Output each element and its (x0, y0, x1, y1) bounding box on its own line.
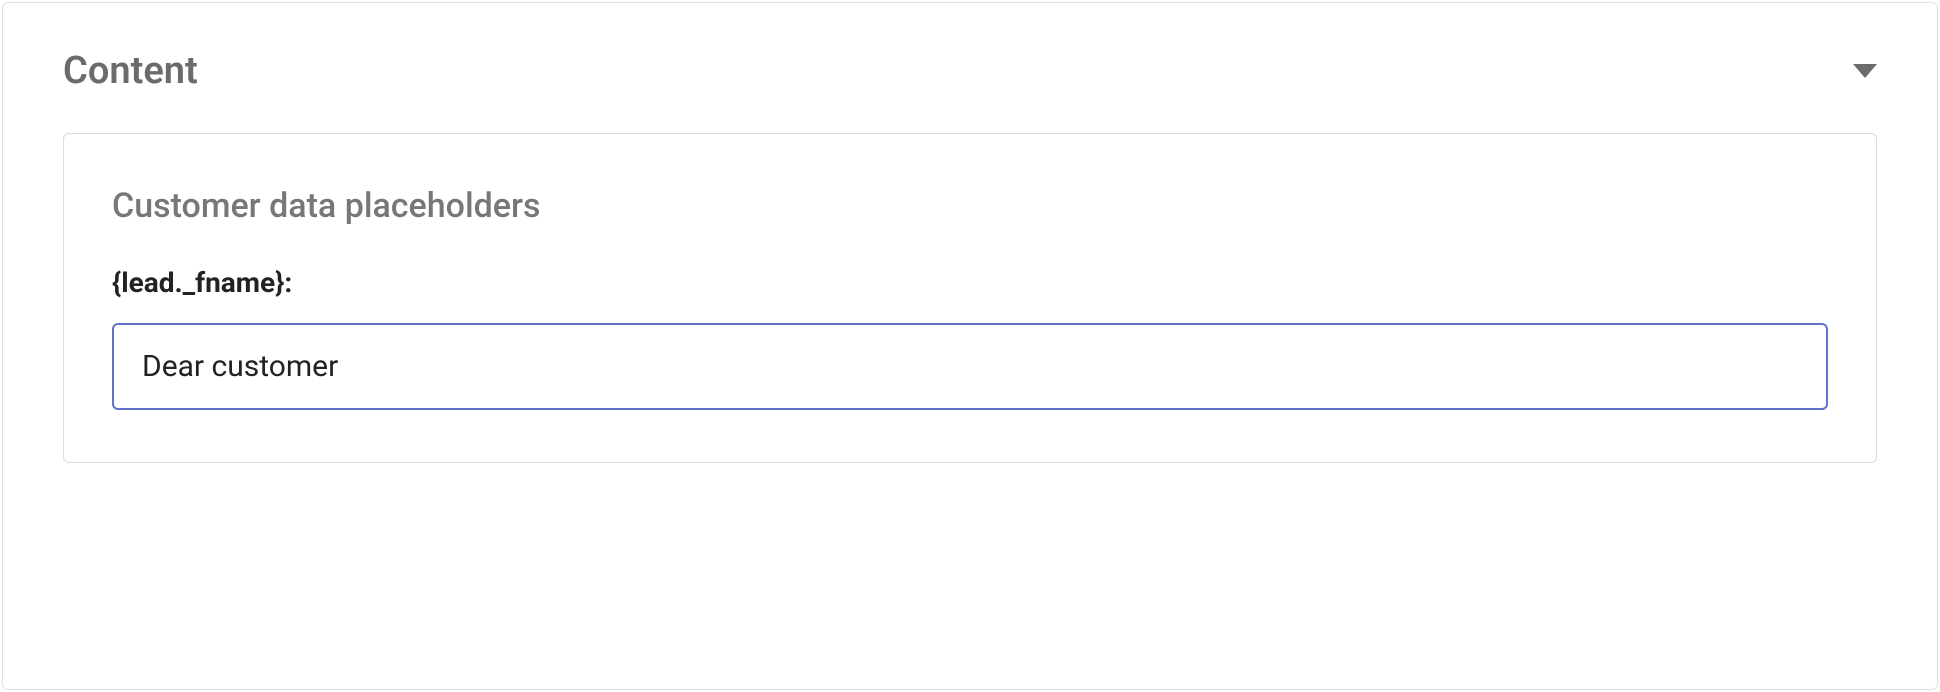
field-label-lead-fname: {lead._fname}: (112, 266, 1828, 299)
section-header: Content (3, 3, 1937, 115)
content-panel: Content Customer data placeholders {lead… (2, 2, 1938, 690)
lead-fname-input[interactable] (112, 323, 1828, 410)
card-heading: Customer data placeholders (112, 186, 1828, 226)
placeholders-card: Customer data placeholders {lead._fname}… (63, 133, 1877, 463)
collapse-toggle-icon[interactable] (1853, 64, 1877, 78)
section-title: Content (63, 49, 198, 93)
